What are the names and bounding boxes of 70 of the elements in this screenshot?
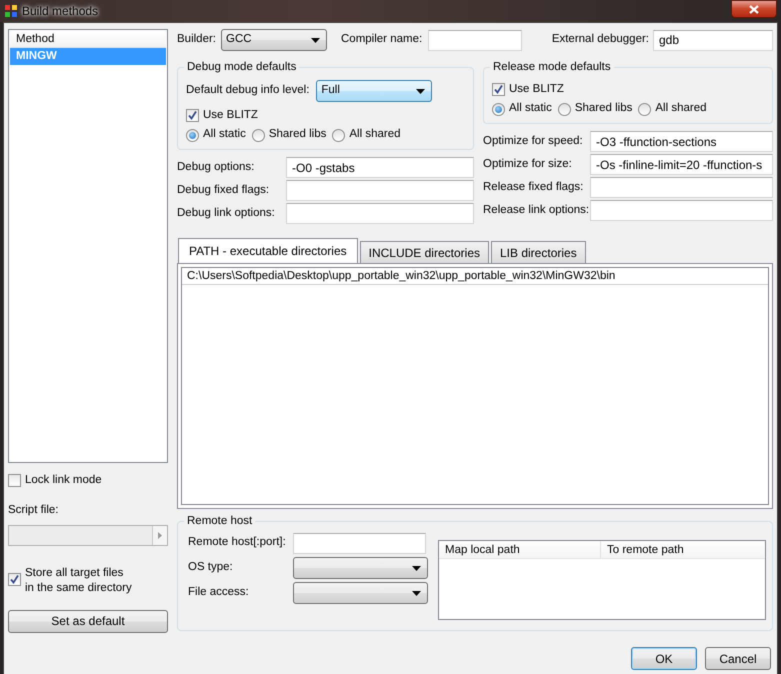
- checkbox-label: Store all target files in the same directory: [25, 566, 132, 596]
- field-label: Debug fixed flags:: [177, 182, 270, 198]
- checkbox[interactable]: [492, 83, 505, 96]
- dropdown[interactable]: [293, 557, 428, 579]
- field-label: File access:: [188, 585, 250, 600]
- text-field[interactable]: [286, 203, 474, 224]
- radio-label: All static: [509, 101, 552, 116]
- script-file-field[interactable]: [8, 524, 168, 546]
- field-label: Remote host[:port]:: [188, 535, 287, 550]
- column-header: Method: [10, 31, 166, 48]
- radio-label: All shared: [655, 101, 707, 116]
- field-label: OS type:: [188, 560, 234, 576]
- radio-label: All static: [203, 127, 246, 142]
- compiler-name-field[interactable]: [428, 30, 522, 50]
- radio-button[interactable]: [638, 102, 652, 116]
- caret-icon: [412, 590, 421, 596]
- radio-button[interactable]: [252, 128, 265, 142]
- tab[interactable]: INCLUDE directories: [360, 241, 489, 263]
- field-label: Optimize for speed:: [483, 134, 584, 149]
- text-field[interactable]: [286, 180, 474, 201]
- checkbox[interactable]: [8, 572, 21, 586]
- field-label: Debug options:: [177, 160, 256, 175]
- caret-icon: [412, 566, 421, 570]
- group-title: Debug mode defaults: [184, 60, 300, 74]
- checkbox[interactable]: [8, 474, 21, 488]
- dialog-button[interactable]: OK: [631, 647, 697, 670]
- checkbox-label: Use BLITZ: [509, 82, 564, 97]
- radio-button[interactable]: [332, 128, 346, 142]
- text-field[interactable]: [590, 177, 773, 198]
- play-icon: [158, 532, 162, 538]
- radio-button[interactable]: [492, 102, 505, 116]
- field-label: Optimize for size:: [483, 156, 573, 172]
- text-field[interactable]: -O3 -ffunction-sections: [590, 131, 773, 152]
- caret-icon: [311, 38, 320, 42]
- column-header: Map local path: [439, 541, 601, 558]
- checkbox-label: Lock link mode: [25, 473, 102, 488]
- dialog-button[interactable]: Cancel: [705, 647, 771, 670]
- debug-level-dropdown[interactable]: Full: [316, 80, 432, 102]
- field-label: Release link options:: [483, 202, 590, 218]
- set-as-default-button[interactable]: Set as default: [8, 610, 168, 632]
- field-label: Release fixed flags:: [483, 180, 584, 195]
- window-title: Build methods: [22, 3, 98, 20]
- tab[interactable]: PATH - executable directories: [178, 238, 358, 263]
- field-label: Script file:: [8, 503, 60, 518]
- text-field[interactable]: [590, 200, 773, 221]
- checkbox-label: Use BLITZ: [203, 108, 258, 123]
- app-icon: [4, 4, 18, 18]
- radio-button[interactable]: [186, 128, 199, 142]
- tab[interactable]: LIB directories: [491, 241, 586, 263]
- field-label: Default debug info level:: [186, 83, 310, 98]
- text-field[interactable]: [293, 532, 426, 554]
- close-button[interactable]: [731, 0, 777, 18]
- dropdown[interactable]: [293, 582, 428, 604]
- radio-button[interactable]: [558, 102, 571, 116]
- field-label: Compiler name:: [341, 32, 422, 48]
- field-label: External debugger:: [552, 32, 649, 48]
- radio-label: Shared libs: [574, 101, 632, 116]
- path-row[interactable]: C:\Users\Softpedia\Desktop\upp_portable_win32\upp_portable_win32\MinGW32\bin: [182, 268, 768, 285]
- text-field[interactable]: -O0 -gstabs: [286, 157, 474, 178]
- field-label: Debug link options:: [177, 206, 276, 221]
- external-debugger-field[interactable]: gdb: [653, 30, 773, 50]
- text-field[interactable]: -Os -finline-limit=20 -ffunction-s: [590, 154, 773, 175]
- radio-label: All shared: [349, 127, 401, 142]
- checkbox[interactable]: [186, 109, 199, 122]
- column-header: To remote path: [606, 543, 685, 558]
- builder-dropdown[interactable]: GCC: [221, 29, 327, 51]
- field-label: Builder:: [177, 32, 216, 48]
- close-icon: [749, 4, 759, 14]
- radio-label: Shared libs: [268, 127, 326, 142]
- caret-icon: [416, 88, 426, 94]
